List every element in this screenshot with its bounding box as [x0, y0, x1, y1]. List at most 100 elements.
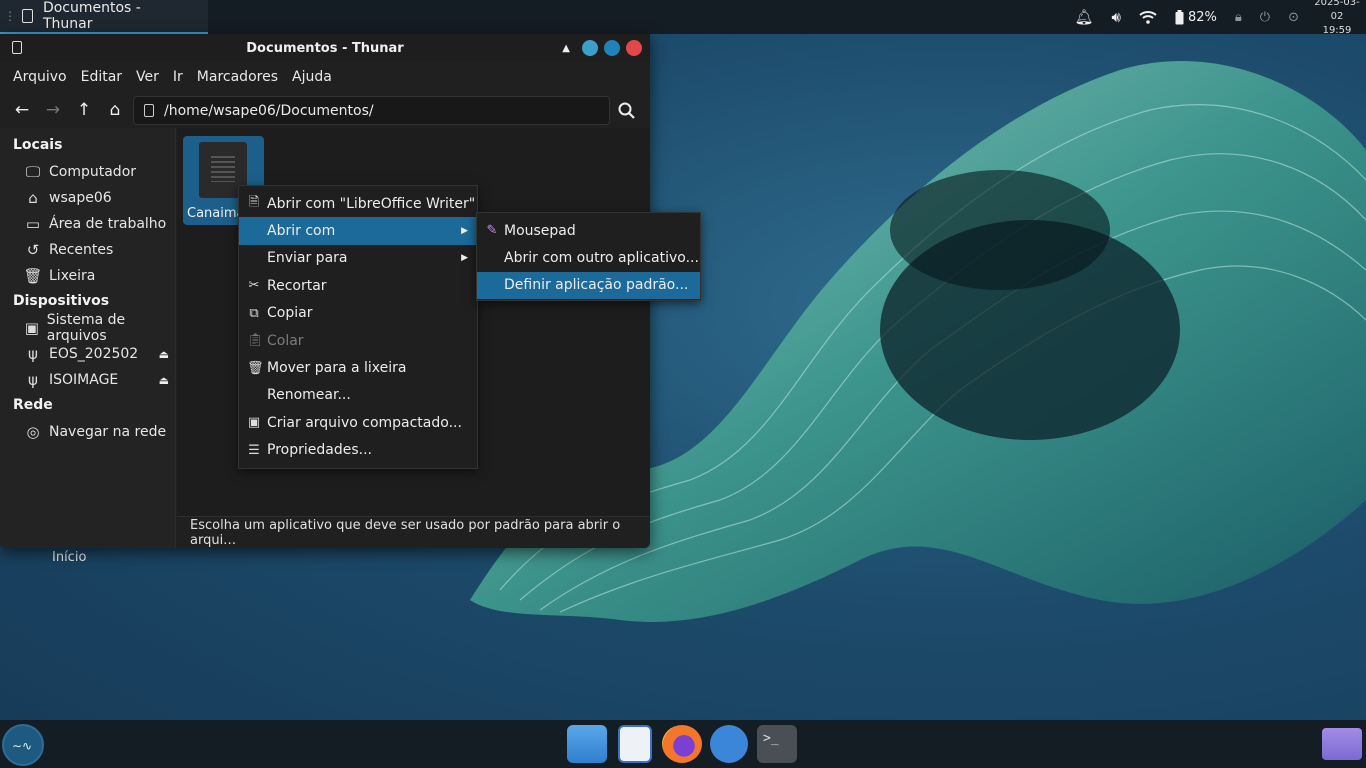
menu-item-label: Abrir com "LibreOffice Writer" — [267, 195, 476, 212]
sidebar-item-home[interactable]: ⌂ wsape06 — [0, 185, 175, 211]
folder-path-icon — [144, 104, 154, 117]
context-menu: 🗎 Abrir com "LibreOffice Writer" Abrir co… — [238, 185, 478, 469]
close-button[interactable] — [626, 40, 642, 56]
status-text: Escolha um aplicativo que deve ser usado… — [190, 517, 621, 548]
menu-item-cut[interactable]: ✂ Recortar — [239, 272, 477, 299]
menu-item-properties[interactable]: ☰ Propriedades... — [239, 437, 477, 464]
terminal-icon[interactable]: >_ — [757, 725, 797, 763]
sidebar-item-recentes[interactable]: ↺ Recentes — [0, 237, 175, 263]
search-icon[interactable] — [614, 98, 638, 122]
wifi-icon[interactable] — [1139, 10, 1157, 24]
forward-arrow-icon[interactable]: → — [41, 98, 65, 122]
submenu-item-set-default[interactable]: Definir aplicação padrão... — [477, 271, 700, 300]
menu-item-label: Mousepad — [504, 222, 576, 239]
list-icon: ☰ — [248, 442, 260, 458]
window-titlebar[interactable]: Documentos - Thunar ▲ — [0, 34, 650, 62]
history-icon: ↺ — [26, 241, 40, 259]
file-manager-icon[interactable] — [567, 725, 607, 763]
clock-time: 19:59 — [1322, 25, 1352, 36]
sidebar-item-label: Recentes — [49, 242, 114, 258]
sidebar-item-label: Computador — [49, 164, 137, 180]
menu-item-label: Renomear... — [267, 387, 351, 404]
workspace-switcher[interactable] — [1322, 728, 1362, 760]
document-icon: 🗎 — [248, 194, 260, 210]
menu-bar: Arquivo Editar Ver Ir Marcadores Ajuda — [0, 62, 650, 92]
window-icon — [12, 41, 22, 54]
eject-icon[interactable]: ⏏ — [159, 348, 169, 361]
usb-icon: ψ — [28, 371, 38, 389]
sidebar-item-label: Navegar na rede — [49, 424, 167, 440]
submenu-item-mousepad[interactable]: ✎ Mousepad — [477, 217, 700, 244]
menu-editar[interactable]: Editar — [74, 69, 129, 85]
settings-toggle-icon[interactable] — [710, 725, 748, 763]
sidebar-item-filesystem[interactable]: ▣ Sistema de arquivos — [0, 312, 175, 344]
menu-item-move-to-trash[interactable]: 🗑︎ Mover para a lixeira — [239, 354, 477, 381]
network-icon: ◎ — [26, 423, 40, 441]
sidebar-item-label: Área de trabalho — [49, 216, 167, 232]
home-icon[interactable]: ⌂ — [103, 98, 127, 122]
eject-icon[interactable]: ⏏ — [159, 374, 169, 387]
menu-item-label: Criar arquivo compactado... — [267, 414, 462, 431]
sidebar-item-lixeira[interactable]: 🗑︎ Lixeira — [0, 263, 175, 289]
open-with-submenu: ✎ Mousepad Abrir com outro aplicativo... … — [476, 212, 701, 301]
toolbar: ← → ↑ ⌂ /home/wsape06/Documentos/ — [0, 92, 650, 128]
sidebar-item-label: ISOIMAGE — [49, 372, 119, 388]
status-bar: Escolha um aplicativo que deve ser usado… — [177, 516, 650, 548]
sidebar-section-rede: Rede — [13, 397, 53, 413]
firefox-icon[interactable] — [662, 725, 702, 763]
menu-item-rename[interactable]: Renomear... — [239, 382, 477, 409]
menu-item-send-to[interactable]: Enviar para ▶ — [239, 245, 477, 272]
notification-bell-icon[interactable]: 🔔︎ — [1074, 8, 1093, 26]
menu-ver[interactable]: Ver — [129, 69, 166, 85]
drive-icon: ▣ — [24, 319, 39, 337]
menu-ir[interactable]: Ir — [166, 69, 190, 85]
menu-item-open-with[interactable]: Abrir com ▶ — [239, 217, 477, 245]
menu-marcadores[interactable]: Marcadores — [190, 69, 285, 85]
sidebar-item-label: Lixeira — [49, 268, 96, 284]
sidebar-item-eos[interactable]: ψ EOS_202502 ⏏ — [0, 341, 175, 367]
sidebar-item-label: wsape06 — [49, 190, 112, 206]
clipboard-icon: 📋︎ — [247, 333, 264, 349]
sidebar-item-network[interactable]: ◎ Navegar na rede — [0, 419, 175, 445]
sidebar-item-computador[interactable]: 🖵 Computador — [0, 159, 175, 185]
sidebar-item-label: EOS_202502 — [49, 346, 139, 362]
app-menu-button[interactable]: ∼∿ — [2, 724, 44, 766]
back-arrow-icon[interactable]: ← — [10, 98, 34, 122]
window-title: Documentos - Thunar — [246, 40, 404, 56]
sidebar-item-desktop[interactable]: ▭ Área de trabalho — [0, 211, 175, 237]
shade-button[interactable]: ▲ — [562, 43, 570, 54]
scissors-icon: ✂ — [248, 278, 260, 294]
clock[interactable]: 2025-03-02 19:59 — [1308, 0, 1366, 38]
submenu-item-other-app[interactable]: Abrir com outro aplicativo... — [477, 244, 700, 271]
sidebar: Locais 🖵 Computador ⌂ wsape06 ▭ Área de tra… — [0, 128, 176, 548]
submenu-arrow-icon: ▶ — [461, 226, 468, 237]
volume-icon[interactable]: 🔊︎ — [1112, 8, 1121, 26]
menu-item-label: Definir aplicação padrão... — [504, 277, 689, 294]
document-icon — [22, 9, 33, 23]
handle-icon[interactable]: ⋮ — [4, 9, 16, 23]
maximize-button[interactable] — [604, 40, 620, 56]
menu-ajuda[interactable]: Ajuda — [285, 69, 339, 85]
menu-arquivo[interactable]: Arquivo — [6, 69, 74, 85]
lock-icon[interactable]: 🔒︎ — [1235, 10, 1242, 25]
up-arrow-icon[interactable]: ↑ — [72, 98, 96, 122]
menu-item-paste[interactable]: 📋︎ Colar — [239, 327, 477, 354]
taskbar-window-thunar[interactable]: ⋮ Documentos - Thunar — [0, 0, 208, 34]
power-icon[interactable]: ⏻ — [1260, 10, 1270, 25]
session-icon[interactable]: ⊙ — [1288, 10, 1299, 25]
trash-icon: 🗑︎ — [247, 360, 264, 376]
menu-item-label: Recortar — [267, 277, 327, 294]
sidebar-item-isoimage[interactable]: ψ ISOIMAGE ⏏ — [0, 367, 175, 393]
menu-item-compress[interactable]: ▣ Criar arquivo compactado... — [239, 409, 477, 436]
menu-item-copy[interactable]: ⧉ Copiar — [239, 300, 477, 327]
desktop-icon-label[interactable]: Início — [52, 550, 86, 565]
text-editor-icon[interactable] — [618, 725, 652, 763]
location-bar[interactable]: /home/wsape06/Documentos/ — [133, 96, 610, 125]
taskbar-window-title: Documentos - Thunar — [42, 0, 141, 32]
submenu-arrow-icon: ▶ — [461, 253, 468, 264]
battery-icon[interactable] — [1175, 9, 1184, 25]
desktop-icon: ▭ — [25, 215, 41, 233]
minimize-button[interactable] — [582, 40, 598, 56]
menu-item-open-libreoffice[interactable]: 🗎 Abrir com "LibreOffice Writer" — [239, 190, 477, 217]
trash-icon: 🗑︎ — [23, 267, 43, 285]
